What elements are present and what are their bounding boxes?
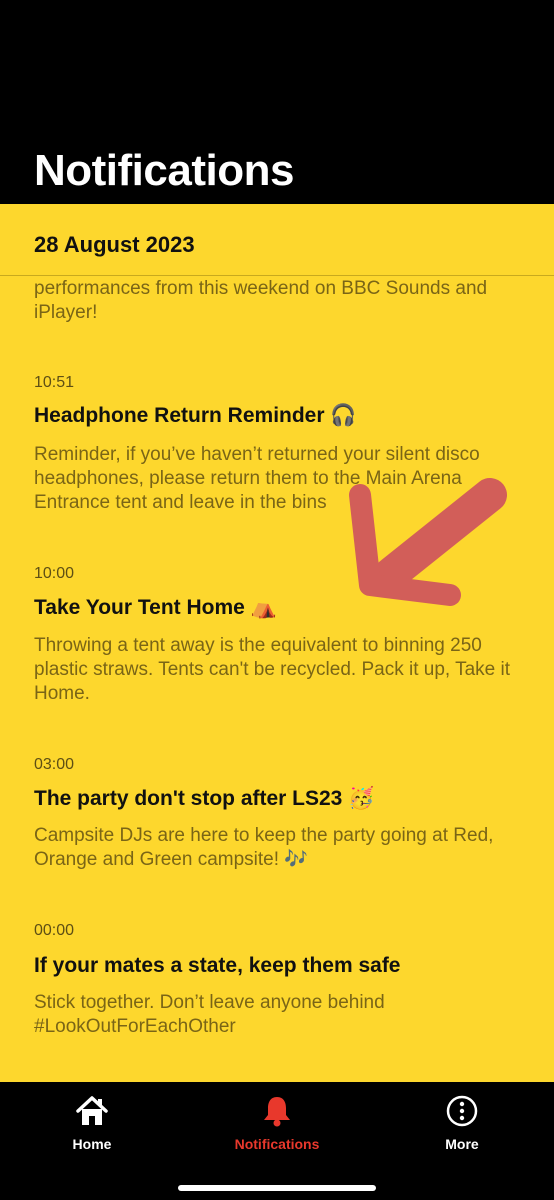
date-section-header: 28 August 2023 [0, 204, 554, 276]
home-indicator [178, 1185, 376, 1191]
notification-body: Reminder, if you’ve haven’t returned you… [34, 444, 480, 513]
home-icon [76, 1096, 108, 1125]
notification-body: Throwing a tent away is the equivalent t… [34, 635, 511, 704]
notification-time: 03:00 [34, 756, 75, 773]
notification-time: 00:00 [34, 922, 75, 939]
notification-title: Headphone Return Reminder 🎧 [34, 404, 357, 427]
page-title: Notifications [34, 146, 294, 195]
tab-label: Home [72, 1136, 112, 1152]
notification-body-partial: performances from this weekend on BBC So… [34, 278, 488, 323]
tab-home[interactable]: Home [27, 1094, 157, 1152]
header: Notifications [0, 0, 554, 204]
notification-body: Stick together. Don’t leave anyone behin… [34, 992, 385, 1037]
notification-title: Take Your Tent Home ⛺ [34, 596, 277, 619]
more-icon [446, 1095, 478, 1127]
notification-title: If your mates a state, keep them safe [34, 954, 401, 977]
date-label: 28 August 2023 [34, 232, 195, 257]
tab-bar: Home Notifications More [0, 1082, 554, 1200]
notification-body: Campsite DJs are here to keep the party … [34, 825, 494, 870]
tab-label: More [445, 1136, 479, 1152]
notifications-content[interactable]: 28 August 2023 performances from this we… [0, 204, 554, 1082]
notification-title: The party don't stop after LS23 🥳 [34, 787, 375, 810]
bell-icon [264, 1097, 290, 1127]
notification-time: 10:00 [34, 565, 75, 582]
tab-more[interactable]: More [397, 1094, 527, 1152]
notification-time: 10:51 [34, 374, 75, 391]
tab-label: Notifications [234, 1136, 320, 1152]
tab-notifications[interactable]: Notifications [212, 1094, 342, 1152]
